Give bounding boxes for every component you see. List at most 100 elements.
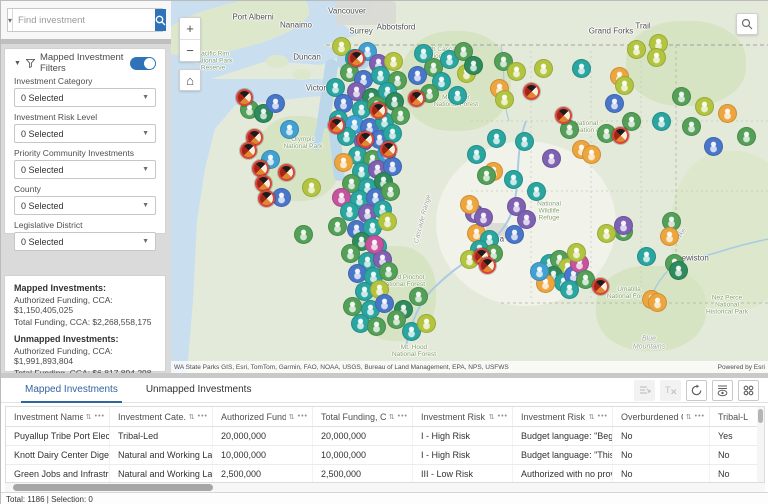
table-row[interactable]: Knott Dairy Center Digest...Natural and … — [6, 446, 764, 465]
tribal-led-marker[interactable] — [555, 107, 572, 124]
sort-icon[interactable]: ⇅ — [86, 413, 92, 421]
cluster-marker[interactable] — [614, 216, 633, 235]
column-menu-icon[interactable]: ••• — [498, 413, 508, 420]
cluster-marker[interactable] — [615, 76, 634, 95]
tribal-led-marker[interactable] — [240, 142, 257, 159]
cluster-marker[interactable] — [384, 52, 403, 71]
cluster-marker[interactable] — [515, 132, 534, 151]
cluster-marker[interactable] — [504, 170, 523, 189]
tribal-led-marker[interactable] — [357, 131, 374, 148]
tribal-led-marker[interactable] — [612, 127, 629, 144]
cluster-marker[interactable] — [460, 195, 479, 214]
filter-select-investment-risk-level[interactable]: 0 Selected▼ — [14, 124, 156, 143]
filters-toggle[interactable] — [130, 57, 156, 70]
vertical-scrollbar-thumb[interactable] — [758, 409, 763, 423]
cluster-marker[interactable] — [572, 59, 591, 78]
column-menu-icon[interactable]: ••• — [398, 413, 408, 420]
horizontal-scrollbar[interactable] — [5, 483, 765, 492]
cluster-marker[interactable] — [365, 235, 384, 254]
show-hide-records-button[interactable] — [712, 380, 733, 401]
cluster-marker[interactable] — [534, 59, 553, 78]
tribal-led-marker[interactable] — [479, 257, 496, 274]
tribal-led-marker[interactable] — [370, 102, 387, 119]
home-button[interactable]: ⌂ — [179, 69, 201, 91]
column-menu-icon[interactable]: ••• — [598, 413, 608, 420]
cluster-marker[interactable] — [467, 145, 486, 164]
cluster-marker[interactable] — [627, 40, 646, 59]
cluster-marker[interactable] — [495, 90, 514, 109]
cluster-marker[interactable] — [448, 86, 467, 105]
cluster-marker[interactable] — [605, 94, 624, 113]
tribal-led-marker[interactable] — [236, 89, 253, 106]
cluster-marker[interactable] — [672, 87, 691, 106]
cluster-marker[interactable] — [648, 293, 667, 312]
cluster-marker[interactable] — [334, 153, 353, 172]
vertical-scrollbar[interactable] — [757, 407, 764, 483]
cluster-marker[interactable] — [669, 261, 688, 280]
cluster-marker[interactable] — [464, 56, 483, 75]
tribal-led-marker[interactable] — [278, 164, 295, 181]
cluster-marker[interactable] — [343, 297, 362, 316]
cluster-marker[interactable] — [379, 262, 398, 281]
cluster-marker[interactable] — [695, 97, 714, 116]
table-row[interactable]: Puyallup Tribe Port Electrifi...Tribal-L… — [6, 427, 764, 446]
cluster-marker[interactable] — [409, 287, 428, 306]
map-canvas[interactable]: VancouverSurreyAbbotsfordPort AlberniNan… — [171, 1, 768, 373]
tribal-led-marker[interactable] — [328, 117, 345, 134]
actions-button[interactable] — [738, 380, 759, 401]
filter-select-county[interactable]: 0 Selected▼ — [14, 196, 156, 215]
horizontal-scrollbar-thumb[interactable] — [13, 484, 213, 491]
search-button[interactable] — [155, 9, 166, 31]
tribal-led-marker[interactable] — [408, 90, 425, 107]
cluster-marker[interactable] — [280, 120, 299, 139]
zoom-out-button[interactable]: − — [180, 40, 200, 61]
cluster-marker[interactable] — [637, 247, 656, 266]
cluster-marker[interactable] — [530, 262, 549, 281]
sort-icon[interactable]: ⇅ — [489, 413, 495, 421]
cluster-marker[interactable] — [378, 212, 397, 231]
cluster-marker[interactable] — [507, 62, 526, 81]
filter-select-investment-category[interactable]: 0 Selected▼ — [14, 88, 156, 107]
column-menu-icon[interactable]: ••• — [198, 413, 208, 420]
cluster-marker[interactable] — [704, 137, 723, 156]
filter-select-priority-community-investments[interactable]: 0 Selected▼ — [14, 160, 156, 179]
cluster-marker[interactable] — [487, 129, 506, 148]
tribal-led-marker[interactable] — [592, 278, 609, 295]
cluster-marker[interactable] — [294, 225, 313, 244]
tribal-led-marker[interactable] — [380, 141, 397, 158]
tribal-led-marker[interactable] — [523, 83, 540, 100]
sort-icon[interactable]: ⇅ — [589, 413, 595, 421]
tribal-led-marker[interactable] — [348, 50, 365, 67]
sort-icon[interactable]: ⇅ — [289, 413, 295, 421]
cluster-marker[interactable] — [582, 145, 601, 164]
sort-icon[interactable]: ⇅ — [686, 413, 692, 421]
cluster-marker[interactable] — [302, 178, 321, 197]
refresh-button[interactable] — [686, 380, 707, 401]
cluster-marker[interactable] — [375, 294, 394, 313]
cluster-marker[interactable] — [527, 182, 546, 201]
sort-icon[interactable]: ⇅ — [189, 413, 195, 421]
cluster-marker[interactable] — [417, 314, 436, 333]
cluster-marker[interactable] — [647, 48, 666, 67]
cluster-marker[interactable] — [737, 127, 756, 146]
sort-icon[interactable]: ⇅ — [389, 413, 395, 421]
search-input[interactable] — [13, 9, 155, 31]
map-search-button[interactable] — [736, 13, 758, 35]
cluster-marker[interactable] — [381, 182, 400, 201]
cluster-marker[interactable] — [542, 149, 561, 168]
tribal-led-marker[interactable] — [258, 190, 275, 207]
cluster-marker[interactable] — [718, 104, 737, 123]
cluster-marker[interactable] — [391, 106, 410, 125]
cluster-marker[interactable] — [383, 124, 402, 143]
collapse-caret-icon[interactable]: ▼ — [14, 60, 21, 67]
cluster-marker[interactable] — [567, 243, 586, 262]
tab-unmapped-investments[interactable]: Unmapped Investments — [142, 378, 256, 403]
cluster-marker[interactable] — [597, 224, 616, 243]
cluster-marker[interactable] — [408, 66, 427, 85]
column-menu-icon[interactable]: ••• — [695, 413, 705, 420]
tab-mapped-investments[interactable]: Mapped Investments — [21, 378, 122, 403]
cluster-marker[interactable] — [660, 227, 679, 246]
cluster-marker[interactable] — [367, 317, 386, 336]
cluster-marker[interactable] — [652, 112, 671, 131]
column-menu-icon[interactable]: ••• — [95, 413, 105, 420]
